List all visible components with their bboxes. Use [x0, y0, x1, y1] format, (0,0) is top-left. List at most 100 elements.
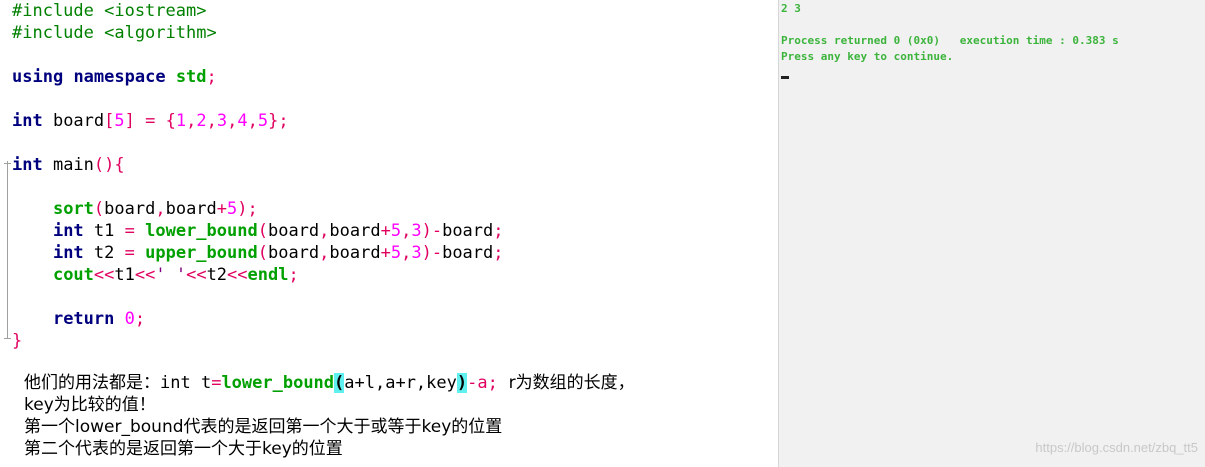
fold-guide — [7, 161, 8, 338]
code-token: ; — [206, 67, 217, 87]
console-prompt-line: Press any key to continue. — [781, 50, 954, 63]
code-editor[interactable]: #include <iostream> #include <algorithm> u… — [0, 0, 778, 362]
note-prefix: 他们的用法都是： — [24, 373, 160, 393]
code-token: endl — [247, 265, 289, 285]
code-token: return — [52, 309, 115, 329]
code-token: 3 — [216, 111, 228, 131]
code-token: t2 — [206, 265, 228, 285]
code-token: board — [442, 221, 494, 241]
code-token: board — [267, 243, 320, 263]
console-output-line: 2 3 — [781, 2, 801, 15]
code-token: ( — [257, 221, 268, 241]
code-token: ; — [493, 221, 504, 241]
code-token: } — [12, 331, 23, 351]
code-token: , — [155, 199, 166, 219]
code-token: #include <iostream> — [12, 1, 207, 21]
code-token: 4 — [237, 111, 248, 131]
code-line[interactable] — [12, 286, 504, 308]
note-suffix: r为数组的长度， — [497, 373, 635, 393]
code-text[interactable]: #include <iostream> #include <algorithm> u… — [12, 0, 504, 352]
code-line[interactable]: cout<<t1<<' '<<t2<<endl; — [12, 264, 504, 286]
code-token: = — [124, 243, 135, 263]
code-line[interactable]: int board[5] = {1,2,3,4,5}; — [12, 110, 504, 132]
code-line[interactable]: int main(){ — [12, 154, 504, 176]
code-line[interactable]: #include <algorithm> — [12, 22, 504, 44]
console-window[interactable]: 2 3 Process returned 0 (0x0) execution t… — [778, 0, 1205, 467]
code-token: 0 — [124, 309, 135, 329]
code-token: board — [442, 243, 494, 263]
code-token: , — [247, 111, 258, 131]
code-token: ; — [134, 309, 146, 329]
note-code-fn: lower_bound — [221, 373, 335, 393]
code-token: int — [12, 111, 43, 131]
code-line[interactable] — [12, 132, 504, 154]
notes-text: 他们的用法都是：int t=lower_bound(a+l,a+r,key)-a… — [24, 372, 764, 460]
code-line[interactable]: } — [12, 330, 504, 352]
code-token: t2 — [83, 243, 125, 263]
note-code-eq: = — [211, 373, 222, 393]
code-token: ' ' — [155, 265, 187, 285]
code-token: , — [319, 221, 330, 241]
note-code-type: int t — [160, 373, 212, 393]
code-token: board — [165, 199, 217, 219]
code-token: 3 — [411, 221, 422, 241]
code-line[interactable] — [12, 44, 504, 66]
code-token: << — [227, 265, 248, 285]
code-token: 5 — [257, 111, 269, 131]
code-token: 1 — [175, 111, 187, 131]
code-token: #include <algorithm> — [12, 23, 217, 43]
note-code-args: a+l,a+r,key — [344, 373, 457, 393]
code-token: << — [186, 265, 207, 285]
note-code-open-paren: ( — [334, 373, 345, 393]
code-token: board — [267, 221, 320, 241]
code-token: << — [93, 265, 115, 285]
code-token: 3 — [411, 243, 422, 263]
note-line-3: 第一个lower_bound代表的是返回第一个大于或等于key的位置 — [24, 417, 503, 437]
code-line[interactable]: #include <iostream> — [12, 0, 504, 22]
fold-marker-start[interactable] — [4, 163, 11, 164]
code-line[interactable]: sort(board,board+5); — [12, 198, 504, 220]
code-token: + — [216, 199, 228, 219]
code-token: int — [12, 155, 43, 175]
code-token: ] — [124, 111, 135, 131]
code-token: )- — [421, 243, 443, 263]
note-line-2: key为比较的值！ — [24, 395, 156, 415]
code-token: , — [319, 243, 330, 263]
code-token: , — [401, 243, 412, 263]
code-token: board — [329, 243, 381, 263]
code-line[interactable]: int t1 = lower_bound(board,board+5,3)-bo… — [12, 220, 504, 242]
code-token: ( — [93, 199, 105, 219]
code-token: = — [145, 111, 156, 131]
code-token: }; — [268, 111, 289, 131]
code-token: board — [42, 111, 105, 131]
code-line[interactable]: return 0; — [12, 308, 504, 330]
code-token: ( — [257, 243, 268, 263]
code-token: 5 — [390, 221, 402, 241]
code-line[interactable]: int t2 = upper_bound(board,board+5,3)-bo… — [12, 242, 504, 264]
code-line[interactable] — [12, 88, 504, 110]
code-token: int — [52, 221, 84, 241]
code-token: , — [401, 221, 412, 241]
code-line[interactable]: using namespace std; — [12, 66, 504, 88]
code-token: ; — [288, 265, 299, 285]
code-token: t1 — [83, 221, 125, 241]
watermark: https://blog.csdn.net/zbq_tt5 — [1035, 440, 1198, 455]
code-token: upper_bound — [145, 243, 258, 263]
code-token: lower_bound — [145, 221, 258, 241]
code-line[interactable] — [12, 176, 504, 198]
code-token: ); — [237, 199, 258, 219]
code-token: 5 — [390, 243, 402, 263]
note-line-1: 他们的用法都是：int t=lower_bound(a+l,a+r,key)-a… — [24, 372, 764, 394]
console-cursor — [781, 76, 789, 79]
code-token: 5 — [114, 111, 125, 131]
console-status-line: Process returned 0 (0x0) execution time … — [781, 34, 1119, 47]
fold-marker-end — [4, 338, 11, 339]
code-token: using — [12, 67, 64, 87]
